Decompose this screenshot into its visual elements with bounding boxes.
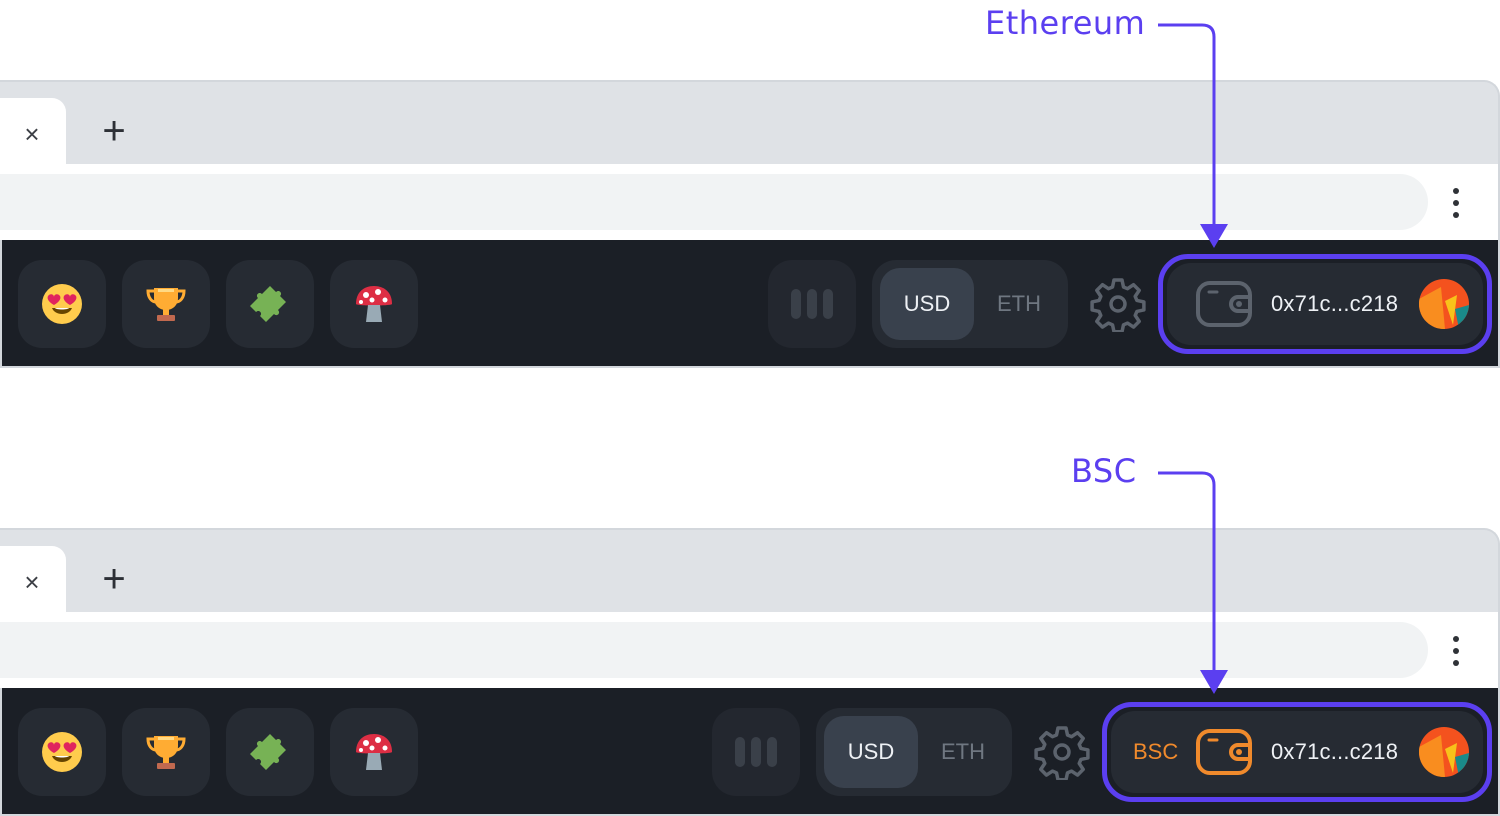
arrow-bsc-head — [1200, 670, 1228, 694]
callout-arrows — [1158, 23, 1228, 694]
arrow-ethereum-head — [1200, 224, 1228, 248]
arrow-ethereum — [1158, 23, 1216, 226]
arrow-bsc — [1158, 471, 1216, 672]
